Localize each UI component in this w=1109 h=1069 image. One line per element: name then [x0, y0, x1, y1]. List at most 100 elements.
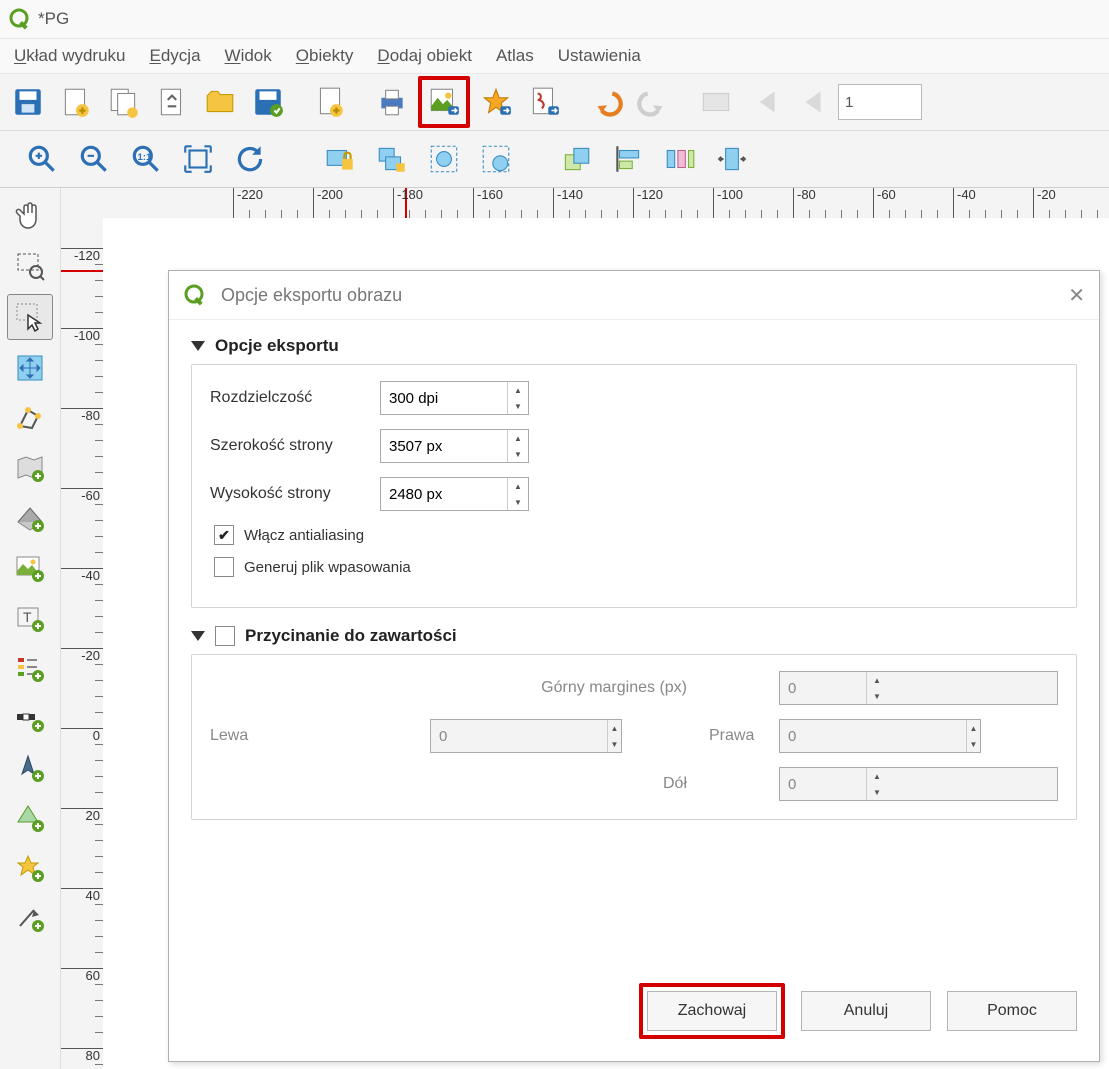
page-height-spinbox[interactable]: ▲▼: [380, 477, 529, 511]
open-folder-icon[interactable]: [198, 80, 242, 124]
export-pdf-icon[interactable]: [522, 80, 566, 124]
new-page-icon[interactable]: [308, 80, 352, 124]
resize-icon[interactable]: [710, 137, 754, 181]
svg-text:1:1: 1:1: [138, 152, 152, 163]
zoom-full-icon[interactable]: [176, 137, 220, 181]
pan-icon[interactable]: [8, 194, 52, 238]
save-button[interactable]: Zachowaj: [647, 991, 777, 1031]
toolbar-main: [0, 73, 1109, 131]
save-icon[interactable]: [6, 80, 50, 124]
spin-up-icon[interactable]: ▲: [508, 382, 528, 398]
zoom-in-icon[interactable]: [20, 137, 64, 181]
select-tool-icon[interactable]: [7, 294, 53, 340]
align-left-icon[interactable]: [606, 137, 650, 181]
add-label-icon[interactable]: T: [8, 596, 52, 640]
add-marker-icon[interactable]: [8, 846, 52, 890]
undo-icon[interactable]: [584, 80, 628, 124]
resolution-input[interactable]: [381, 382, 507, 414]
lock-items-icon[interactable]: [318, 137, 362, 181]
collapse-triangle-icon: [191, 341, 205, 351]
page-width-label: Szerokość strony: [210, 437, 380, 455]
export-svg-icon[interactable]: [474, 80, 518, 124]
dialog-button-row: Zachowaj Anuluj Pomoc: [639, 983, 1077, 1039]
spin-up-icon[interactable]: ▲: [508, 430, 528, 446]
menu-settings[interactable]: Ustawienia: [558, 46, 641, 66]
resolution-label: Rozdzielczość: [210, 389, 380, 407]
help-button[interactable]: Pomoc: [947, 991, 1077, 1031]
add-map-icon[interactable]: [8, 446, 52, 490]
crop-top-input: [780, 672, 866, 704]
group-icon[interactable]: [422, 137, 466, 181]
cancel-button[interactable]: Anuluj: [801, 991, 931, 1031]
export-options-group: Rozdzielczość ▲▼ Szerokość strony ▲▼ Wys…: [191, 364, 1077, 608]
layout-settings-icon[interactable]: [150, 80, 194, 124]
spin-up-icon[interactable]: ▲: [508, 478, 528, 494]
spin-down-icon[interactable]: ▼: [508, 398, 528, 414]
resolution-spinbox[interactable]: ▲▼: [380, 381, 529, 415]
distribute-icon[interactable]: [658, 137, 702, 181]
crop-right-spinbox: ▲▼: [779, 719, 981, 753]
export-image-icon[interactable]: [418, 76, 470, 128]
worldfile-checkbox[interactable]: [214, 557, 234, 577]
menu-objects[interactable]: Obiekty: [296, 46, 354, 66]
antialias-checkbox[interactable]: ✔: [214, 525, 234, 545]
add-northarrow-icon[interactable]: [8, 746, 52, 790]
add-3dmap-icon[interactable]: [8, 496, 52, 540]
crop-bottom-spinbox: ▲▼: [779, 767, 1058, 801]
add-arrow-icon[interactable]: [8, 896, 52, 940]
zoom-out-icon[interactable]: [72, 137, 116, 181]
ruler-horizontal[interactable]: -220-200-180-160-140-120-100-80-60-40-20…: [103, 188, 1109, 219]
crop-top-spinbox: ▲▼: [779, 671, 1058, 705]
menu-view[interactable]: Widok: [225, 46, 272, 66]
menu-edit[interactable]: Edycja: [150, 46, 201, 66]
page-width-input[interactable]: [381, 430, 507, 462]
page-height-input[interactable]: [381, 478, 507, 510]
left-toolbar: T: [0, 188, 61, 1069]
dialog-titlebar: Opcje eksportu obrazu ✕: [169, 271, 1099, 320]
ruler-vertical[interactable]: -120-100-80-60-40-20020406080: [61, 218, 104, 1069]
page-height-label: Wysokość strony: [210, 485, 380, 503]
window-title: *PG: [38, 9, 69, 29]
duplicate-layout-icon[interactable]: [102, 80, 146, 124]
menu-add[interactable]: Dodaj obiekt: [377, 46, 472, 66]
spin-down-icon[interactable]: ▼: [508, 494, 528, 510]
refresh-icon[interactable]: [228, 137, 272, 181]
section-crop-label: Przycinanie do zawartości: [245, 626, 457, 646]
save-project-icon[interactable]: [246, 80, 290, 124]
ruler-marker-v: [61, 270, 103, 272]
add-shape-icon[interactable]: [8, 796, 52, 840]
add-scalebar-icon[interactable]: [8, 696, 52, 740]
zoom-actual-icon[interactable]: 1:1: [124, 137, 168, 181]
crop-right-input: [780, 720, 966, 752]
atlas-first-icon: [742, 80, 786, 124]
new-layout-icon[interactable]: [54, 80, 98, 124]
menu-atlas[interactable]: Atlas: [496, 46, 534, 66]
add-legend-icon[interactable]: [8, 646, 52, 690]
raise-icon[interactable]: [554, 137, 598, 181]
menu-layout[interactable]: Układ wydruku: [14, 46, 126, 66]
unlock-items-icon[interactable]: [370, 137, 414, 181]
crop-bottom-label: Dół: [430, 775, 699, 793]
spin-down-icon[interactable]: ▼: [508, 446, 528, 462]
atlas-preview-icon: [694, 80, 738, 124]
ungroup-icon[interactable]: [474, 137, 518, 181]
worldfile-label: Generuj plik wpasowania: [244, 559, 411, 576]
section-crop-header[interactable]: Przycinanie do zawartości: [191, 626, 1077, 646]
qgis-logo-icon: [183, 283, 207, 307]
print-icon[interactable]: [370, 80, 414, 124]
export-image-dialog: Opcje eksportu obrazu ✕ Opcje eksportu R…: [168, 270, 1100, 1062]
atlas-page-input[interactable]: [838, 84, 922, 120]
crop-left-input: [431, 720, 607, 752]
save-button-highlight: Zachowaj: [639, 983, 785, 1039]
close-icon[interactable]: ✕: [1068, 283, 1085, 308]
move-content-icon[interactable]: [8, 346, 52, 390]
section-export-header[interactable]: Opcje eksportu: [191, 336, 1077, 356]
page-width-spinbox[interactable]: ▲▼: [380, 429, 529, 463]
edit-nodes-icon[interactable]: [8, 396, 52, 440]
crop-left-spinbox: ▲▼: [430, 719, 622, 753]
crop-bottom-input: [780, 768, 866, 800]
crop-options-group: Górny margines (px) ▲▼ Lewa ▲▼ Prawa: [191, 654, 1077, 820]
zoom-tool-icon[interactable]: [8, 244, 52, 288]
crop-enable-checkbox[interactable]: [215, 626, 235, 646]
add-picture-icon[interactable]: [8, 546, 52, 590]
